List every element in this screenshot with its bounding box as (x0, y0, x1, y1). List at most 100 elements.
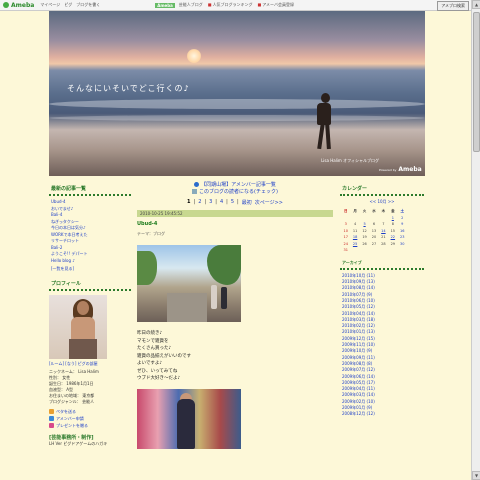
scroll-up-arrow-icon[interactable]: ▲ (472, 0, 480, 9)
entry-photo-street[interactable] (137, 245, 241, 322)
calendar-day (379, 247, 388, 254)
entry-photo-shop[interactable] (137, 388, 241, 449)
top-nav-write-blog[interactable]: ブログを書く (76, 2, 100, 8)
send-peta-link[interactable]: ペタを送る (49, 408, 131, 415)
reader-icon (192, 189, 198, 194)
profile-photo[interactable] (49, 294, 107, 359)
right-sidebar: カレンダー << 10月 >> 日 月 火 水 木 金 土 1 2 3 4 5 … (340, 184, 424, 480)
calendar-day (388, 247, 397, 254)
send-present-link[interactable]: プレゼントを贈る (49, 422, 131, 429)
top-nav-pigg[interactable]: ピグ (64, 2, 72, 8)
amember-request-label: アメンバー申請 (56, 415, 84, 421)
photo-person (221, 287, 227, 309)
silhouette-body (317, 103, 331, 125)
top-nav: マイページ ピグ ブログを書く (40, 2, 100, 8)
top-right-nav: 芸能人ブログ ■人気ブログランキング ■アメーバ会員登録 (179, 2, 294, 8)
ameba-top-bar: Ameba マイページ ピグ ブログを書く Ameba 芸能人ブログ ■人気ブロ… (0, 0, 471, 11)
agency-title: [芸能事務所・制作] (49, 434, 94, 441)
scroll-thumb[interactable] (473, 12, 480, 152)
recent-post-link[interactable]: Hello blog ♪ (49, 258, 131, 265)
recent-posts-title: 最新の記事一覧 (49, 184, 131, 196)
ameba-logo-text: Ameba (11, 1, 35, 9)
ameblo-search-button[interactable]: アメブロ検索 (437, 1, 469, 11)
silhouette-leg (325, 122, 331, 150)
entry-line: 昨日の続き♪ (137, 331, 163, 336)
ameba-logo[interactable]: Ameba (3, 2, 34, 9)
calendar-day (360, 247, 369, 254)
calendar-day (369, 247, 378, 254)
top-nav-mypage[interactable]: マイページ (40, 2, 60, 8)
entry-line: ウブド大好き〜だよ♪ (137, 376, 181, 381)
last-page-link[interactable]: 最初 (242, 199, 252, 206)
calendar-day (398, 247, 407, 254)
send-present-label: プレゼントを贈る (56, 422, 88, 428)
amember-list-icon (194, 182, 200, 187)
scroll-down-arrow-icon[interactable]: ▼ (472, 471, 480, 480)
entry-line: たくさん買った♪ (137, 346, 172, 351)
page-2-link[interactable]: 2 (198, 199, 201, 206)
powered-by-ameba[interactable]: Powered by Ameba (379, 166, 422, 173)
next-page-link[interactable]: 次ページ>> (255, 199, 283, 206)
photo-tree (137, 251, 157, 285)
vertical-scrollbar[interactable]: ▲ ▼ (471, 0, 480, 480)
recent-posts-more-link[interactable]: [一覧を見る] (49, 266, 131, 273)
archive-month-link[interactable]: 2008年12月 (12) (340, 411, 424, 417)
amember-request-link[interactable]: アメンバー申請 (49, 415, 131, 422)
entry-title[interactable]: Ubud-4 (137, 221, 333, 227)
agency-subtext: LH Ver ピグドアゲームのハガキ (49, 440, 108, 446)
left-sidebar: 最新の記事一覧 Ubud-4 おいでませ♪ Bali-4 ねぎっタクシー 今日の… (49, 184, 131, 480)
entry-line: マモンで雑貨を (137, 338, 169, 344)
photo-tree (207, 245, 241, 285)
calendar-week: 31 (341, 247, 407, 254)
wave-line (49, 115, 425, 121)
blog-name: Lisa Halim オフィシャルブログ (321, 158, 379, 163)
profile-line: ブログジャンル： 芸能人 (49, 398, 95, 404)
calendar: 日 月 火 水 木 金 土 1 2 3 4 5 6 7 8 9 10 11 12… (340, 208, 424, 254)
register-icon: ■ (257, 2, 262, 7)
entry-body: 昨日の続き♪ マモンで雑貨を たくさん買った♪ 雑貨の品揃えがいいのです よいで… (137, 330, 333, 383)
photo-person (211, 285, 217, 309)
calendar-nav[interactable]: << 10月 >> (340, 199, 424, 205)
blog-tagline: そんなにいそいでどこ行くの♪ (67, 84, 190, 93)
wave-line (49, 99, 425, 109)
page-1-current: 1 (187, 199, 191, 205)
archive-section: アーカイブ 2010年10月 (11) 2010年09月 (13) 2010年0… (340, 259, 424, 418)
top-nav-celebrity-blogs[interactable]: 芸能人ブログ (179, 2, 203, 8)
archive-title: アーカイブ (340, 259, 424, 270)
subscribe-label: このブログの読者になる(チェック) (199, 189, 278, 195)
calendar-day (350, 247, 359, 254)
ameba-badge[interactable]: Ameba (155, 2, 175, 8)
page-5-link[interactable]: 5 (231, 199, 234, 206)
subscribe-link[interactable]: このブログの読者になる(チェック) (137, 189, 333, 196)
profile-title: プロフィール (49, 279, 131, 291)
profile-room-links[interactable]: [ルーム] [なう] ピグの部屋 (49, 361, 131, 367)
silhouette-head (321, 93, 330, 103)
calendar-title: カレンダー (340, 184, 424, 196)
entry-line: 雑貨の品揃えがいいのです (137, 353, 191, 359)
top-nav-register[interactable]: ■アメーバ会員登録 (257, 2, 294, 8)
entry-line: よいですよ♪ (137, 361, 163, 366)
amember-list-label: 【同期山場】アメンバー記事一覧 (201, 182, 276, 188)
entry-date: 2010-10-25 19:45:52 (137, 210, 333, 217)
photo-road (167, 293, 207, 322)
profile-photo-skirt (69, 338, 97, 359)
entry-line: ぜひ、いってみてね (137, 368, 178, 374)
amember-list-link[interactable]: 【同期山場】アメンバー記事一覧 (137, 182, 333, 189)
top-nav-ranking-label: 人気ブログランキング (212, 2, 253, 7)
present-icon (49, 422, 54, 428)
blog-header-banner[interactable]: そんなにいそいでどこ行くの♪ Lisa Halim オフィシャルブログ Powe… (49, 11, 425, 176)
page-3-link[interactable]: 3 (209, 199, 212, 206)
top-nav-ranking[interactable]: ■人気ブログランキング (208, 2, 253, 8)
profile-actions: ペタを送る アメンバー申請 プレゼントを贈る (49, 408, 131, 429)
main-content: 【同期山場】アメンバー記事一覧 このブログの読者になる(チェック) 1 | 2 | … (137, 182, 333, 480)
calendar-day: 31 (343, 248, 348, 253)
ameba-logo-icon (3, 2, 9, 8)
page-4-link[interactable]: 4 (220, 199, 223, 206)
profile-photo-face (77, 300, 89, 315)
ameba-brand-text: Ameba (398, 166, 422, 173)
pagination: 1 | 2 | 3 | 4 | 5 | 最初 次ページ>> (187, 199, 283, 206)
ranking-icon: ■ (207, 2, 212, 7)
peta-icon (49, 408, 54, 414)
powered-by-label: Powered by (379, 167, 397, 172)
entry-theme[interactable]: テーマ：ブログ (137, 231, 333, 237)
